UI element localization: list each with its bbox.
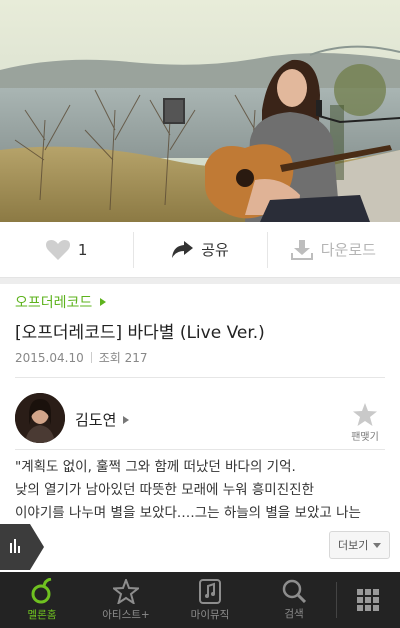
grid-menu-icon — [357, 589, 379, 611]
artist-link[interactable]: 김도연 — [75, 409, 130, 430]
fan-label: 팬맺기 — [351, 432, 379, 443]
bottom-navigation: 멜론홈 아티스트+ 마이뮤직 검색 — [0, 572, 400, 628]
divider-line — [15, 449, 385, 450]
action-bar: 1 공유 다운로드 — [0, 222, 400, 278]
mini-player-tab[interactable] — [0, 524, 44, 570]
share-button[interactable]: 공유 — [133, 222, 266, 277]
more-button[interactable]: 더보기 — [329, 531, 391, 559]
fan-button[interactable]: 팬맺기 — [343, 403, 387, 443]
video-player[interactable] — [0, 0, 400, 222]
chevron-right-icon — [100, 298, 107, 306]
like-button[interactable]: 1 — [0, 222, 133, 277]
channel-link[interactable]: 오프더레코드 — [15, 292, 107, 312]
artist-avatar[interactable] — [15, 393, 65, 443]
nav-search[interactable]: 검색 — [252, 572, 336, 628]
nav-artist-plus[interactable]: 아티스트+ — [84, 572, 168, 628]
nav-label: 아티스트+ — [102, 608, 150, 621]
description-line: 이야기를 나누며 별을 보았다.…그는 하늘의 별을 보았고 나는 — [15, 505, 361, 521]
nav-label: 마이뮤직 — [190, 608, 230, 621]
avatar-image — [15, 393, 65, 443]
video-title: [오프더레코드] 바다별 (Live Ver.) — [15, 323, 265, 343]
chevron-right-icon — [123, 415, 130, 424]
nav-label: 멜론홈 — [27, 609, 57, 621]
section-divider — [0, 278, 400, 284]
description-line: 낮의 열기가 남아있던 따뜻한 모래에 누워 흥미진진한 — [15, 482, 314, 498]
release-date: 2015.04.10 — [15, 350, 84, 365]
share-label: 공유 — [201, 241, 229, 259]
share-arrow-icon — [172, 240, 194, 258]
nav-label: 검색 — [284, 608, 304, 620]
search-icon — [282, 579, 306, 603]
melon-home-icon — [31, 578, 52, 604]
like-count: 1 — [77, 240, 88, 259]
download-icon — [290, 239, 313, 260]
video-description: "계획도 없이, 훌쩍 그와 함께 떠났던 바다의 기억. 낮의 열기가 남아있… — [15, 456, 387, 525]
heart-icon — [45, 239, 70, 260]
equalizer-icon — [0, 524, 44, 570]
view-count: 조회 217 — [98, 351, 148, 365]
nav-menu-button[interactable] — [336, 572, 400, 628]
artist-name: 김도연 — [75, 411, 117, 429]
nav-my-music[interactable]: 마이뮤직 — [168, 572, 252, 628]
meta-divider — [90, 352, 92, 363]
star-icon — [353, 403, 377, 426]
description-line: "계획도 없이, 훌쩍 그와 함께 떠났던 바다의 기억. — [15, 459, 296, 475]
nav-melon-home[interactable]: 멜론홈 — [0, 572, 84, 628]
my-music-icon — [199, 578, 221, 604]
channel-name: 오프더레코드 — [15, 295, 93, 311]
divider-line — [15, 377, 385, 378]
star-icon — [113, 578, 139, 604]
download-button[interactable]: 다운로드 — [266, 222, 400, 277]
more-label: 더보기 — [338, 539, 369, 552]
chevron-down-icon — [373, 542, 382, 548]
download-label: 다운로드 — [320, 241, 376, 259]
video-frame-image — [0, 0, 400, 222]
video-meta: 2015.04.10 조회 217 — [15, 349, 148, 366]
